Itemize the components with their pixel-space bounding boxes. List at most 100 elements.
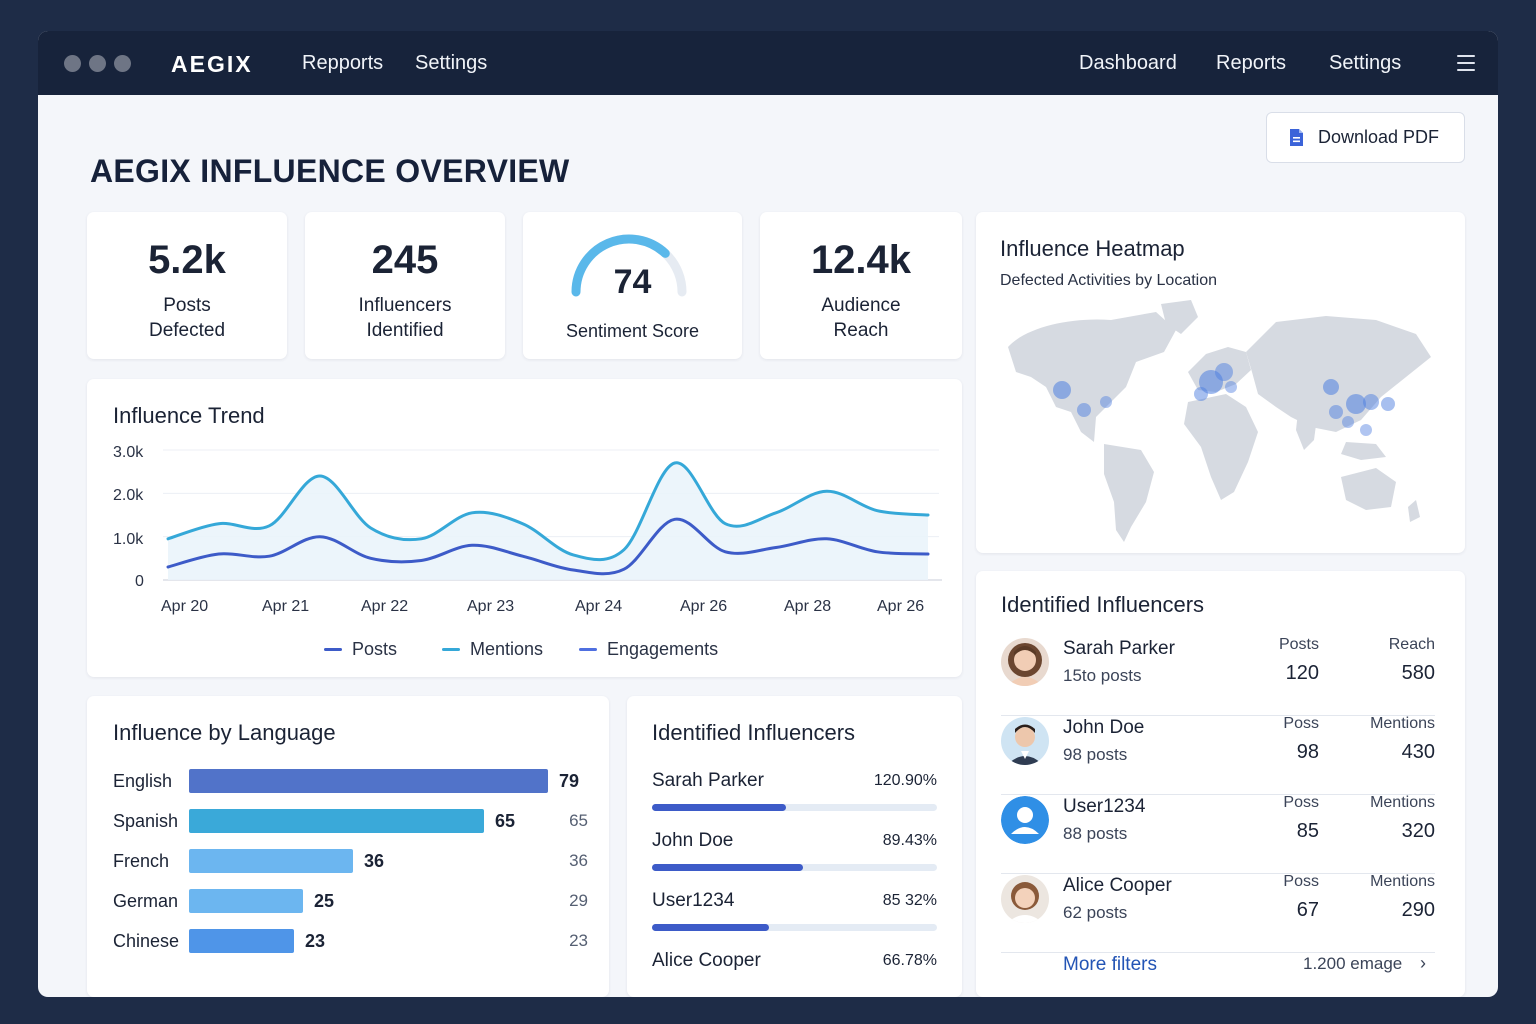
download-pdf-button[interactable]: Download PDF (1266, 112, 1465, 163)
language-bar (189, 769, 548, 793)
progress-track (652, 804, 937, 811)
influencer-percent: 120.90% (873, 772, 937, 789)
x-tick-label: Apr 22 (361, 598, 409, 615)
metric-label: Mentions (1370, 794, 1435, 811)
influencer-post-count: 88 posts (1063, 824, 1128, 843)
stat-label-line2: Reach (833, 320, 889, 341)
influencers-progress-card: Identified Influencers Sarah Parker 120.9… (627, 696, 962, 997)
influencer-percent: 89.43% (882, 832, 937, 849)
legend-label: Posts (352, 639, 398, 659)
progress-track (652, 864, 937, 871)
nav-link-settings-left[interactable]: Settings (415, 52, 487, 75)
language-name: Spanish (113, 811, 179, 831)
metric-label: Poss (1283, 873, 1319, 890)
metric-label: Reach (1388, 636, 1435, 653)
legend-label: Mentions (470, 639, 544, 659)
avatar (1001, 717, 1049, 765)
influencer-name: Alice Cooper (1063, 875, 1172, 896)
language-value: 36 (364, 851, 385, 871)
download-pdf-label: Download PDF (1318, 127, 1440, 147)
stat-card-sentiment: 74 Sentiment Score (523, 212, 742, 359)
stat-label-line2: Defected (148, 320, 226, 341)
page-title: AEGIX INFLUENCE OVERVIEW (90, 153, 570, 189)
sentiment-value: 74 (613, 263, 652, 301)
language-bar (189, 929, 294, 953)
window-control-close[interactable] (64, 55, 81, 72)
influencer-percent: 85 32% (882, 892, 937, 909)
language-value: 79 (559, 771, 580, 791)
influencer-post-count: 15to posts (1063, 666, 1142, 685)
influencer-name: User1234 (652, 890, 735, 911)
language-value: 65 (495, 811, 516, 831)
language-secondary-value: 65 (569, 811, 588, 830)
top-navbar: AEGIX Repports Settings Dashboard Report… (38, 31, 1498, 95)
influencer-percent: 66.78% (882, 952, 937, 969)
legend-swatch (442, 648, 460, 651)
nav-link-reports[interactable]: Reports (1216, 52, 1286, 75)
influence-trend-card: Influence Trend 3.0k 2.0k 1.0k 0 Apr 20 … (87, 379, 962, 677)
influencer-name: John Doe (1063, 717, 1145, 738)
nav-link-dashboard[interactable]: Dashboard (1079, 52, 1177, 75)
stat-value: 12.4k (810, 238, 912, 282)
metric-label: Poss (1283, 715, 1319, 732)
influencer-list-item[interactable]: User1234 88 posts Poss 85 Mentions 320 (1001, 794, 1435, 874)
stat-card-influencers: 245 Influencers Identified (305, 212, 505, 359)
language-row: Spanish 65 65 (113, 809, 588, 833)
progress-fill (652, 924, 769, 931)
world-map[interactable] (976, 212, 1465, 553)
chevron-right-icon[interactable]: › (1420, 953, 1426, 974)
language-row: German 25 29 (113, 889, 588, 913)
legend-posts[interactable]: Posts (324, 639, 397, 660)
influencer-list-item[interactable]: Alice Cooper 62 posts Poss 67 Mentions 290 (1001, 873, 1435, 953)
influencers-list-card: Identified Influencers Sarah Parker 15to … (976, 571, 1465, 997)
language-row: French 36 36 (113, 849, 588, 873)
language-bar (189, 809, 484, 833)
metric-value: 430 (1401, 741, 1435, 763)
metric-label: Mentions (1370, 715, 1435, 732)
nav-link-repports[interactable]: Repports (302, 52, 383, 75)
language-bar (189, 849, 353, 873)
hamburger-icon[interactable] (1457, 55, 1475, 71)
metric-value: 120 (1285, 662, 1319, 684)
language-name: German (113, 891, 179, 911)
stat-value: 5.2k (148, 238, 226, 282)
language-value: 23 (305, 931, 326, 951)
influencer-name: User1234 (1063, 796, 1146, 817)
language-bar (189, 889, 303, 913)
trend-plot (163, 449, 942, 581)
window-control-maximize[interactable] (114, 55, 131, 72)
legend-label: Engagements (607, 639, 719, 659)
influencer-name: Sarah Parker (652, 770, 764, 791)
brand-logo: AEGIX (171, 51, 253, 77)
more-filters-link[interactable]: More filters (1063, 954, 1157, 976)
metric-value: 98 (1296, 741, 1319, 763)
metric-value: 580 (1401, 662, 1435, 684)
metric-value: 67 (1296, 899, 1319, 921)
x-tick-label: Apr 24 (575, 598, 623, 615)
language-title: Influence by Language (113, 720, 336, 745)
x-tick-label: Apr 23 (467, 598, 515, 615)
result-count: 1.200 emage (1303, 954, 1403, 973)
x-tick-label: Apr 26 (877, 598, 925, 615)
heatmap-card: Influence Heatmap Defected Activities by… (976, 212, 1465, 553)
window-control-minimize[interactable] (89, 55, 106, 72)
stat-value: 245 (371, 238, 439, 282)
x-tick-label: Apr 26 (680, 598, 728, 615)
influencer-post-count: 98 posts (1063, 745, 1128, 764)
metric-label: Mentions (1370, 873, 1435, 890)
influencer-list-item[interactable]: John Doe 98 posts Poss 98 Mentions 430 (1001, 715, 1435, 795)
stat-label-line2: Identified (366, 320, 444, 341)
stat-card-posts: 5.2k Posts Defected (87, 212, 287, 359)
nav-link-settings-right[interactable]: Settings (1329, 52, 1401, 75)
influencer-list-item[interactable]: Sarah Parker 15to posts Posts 120 Reach 580 (1001, 636, 1435, 716)
legend-engagements[interactable]: Engagements (579, 639, 718, 660)
metric-label: Posts (1278, 636, 1319, 653)
metric-label: Poss (1283, 794, 1319, 811)
metric-value: 85 (1296, 820, 1319, 842)
influencers-right-title: Identified Influencers (1001, 592, 1205, 617)
language-name: English (113, 771, 173, 791)
legend-swatch (324, 648, 342, 651)
influencer-name: Sarah Parker (1063, 638, 1175, 659)
stat-label-line1: Influencers (358, 295, 452, 316)
legend-mentions[interactable]: Mentions (442, 639, 543, 660)
